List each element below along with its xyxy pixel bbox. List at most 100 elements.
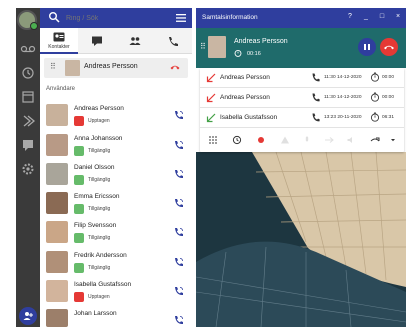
record-icon[interactable] bbox=[256, 135, 266, 145]
tab-contacts-label: Kontakter bbox=[48, 44, 70, 50]
history-date: 11:30 14-12-2020 bbox=[324, 75, 362, 80]
history-row[interactable]: Isabella Gustafsson 13:23 20-11-2020 06:… bbox=[200, 108, 404, 128]
drag-handle-icon[interactable]: ⠿ bbox=[50, 62, 56, 71]
list-item[interactable]: Daniel Olsson Tillgänglig bbox=[40, 160, 192, 190]
avatar bbox=[46, 104, 68, 126]
history-name: Isabella Gustafsson bbox=[220, 114, 278, 121]
users-section-header: Användare bbox=[46, 86, 76, 92]
list-item[interactable]: Fredrik Andersson Tillgänglig bbox=[40, 248, 192, 278]
phone-icon bbox=[312, 73, 320, 82]
hold-button[interactable] bbox=[358, 38, 376, 56]
avatar bbox=[46, 221, 68, 243]
status-text: Tillgänglig bbox=[88, 177, 111, 183]
avatar bbox=[46, 251, 68, 273]
dialpad-icon[interactable] bbox=[208, 135, 218, 145]
avatar bbox=[65, 60, 80, 76]
list-item[interactable]: Filip Svensson Tillgänglig bbox=[40, 218, 192, 248]
list-item[interactable]: Andreas Persson Upptagen bbox=[40, 101, 192, 131]
busy-status-icon bbox=[74, 292, 84, 302]
history-name: Andreas Persson bbox=[220, 74, 270, 81]
chat-icon bbox=[92, 36, 102, 46]
contacts-search-bar bbox=[40, 8, 192, 28]
hang-up-icon[interactable] bbox=[170, 63, 180, 71]
available-status-icon bbox=[74, 204, 84, 214]
available-status-icon bbox=[74, 175, 84, 185]
contact-name: Fredrik Andersson bbox=[74, 252, 127, 259]
stopwatch-icon bbox=[370, 92, 380, 102]
minimize-button[interactable]: _ bbox=[362, 13, 370, 20]
call-contact-icon[interactable] bbox=[174, 315, 184, 325]
contact-name: Johan Larsson bbox=[74, 310, 117, 317]
avatar bbox=[46, 280, 68, 302]
selected-contact-name: Andreas Persson bbox=[84, 63, 138, 70]
call-duration: 00:16 bbox=[247, 51, 261, 57]
pause-icon bbox=[368, 44, 370, 50]
building-photo-image bbox=[196, 152, 406, 327]
history-icon[interactable] bbox=[20, 66, 36, 80]
call-history-card: Andreas Persson 11:30 14-12-2020 00:00 A… bbox=[200, 68, 404, 152]
hang-up-icon bbox=[384, 45, 394, 50]
list-item[interactable]: Isabella Gustafsson Upptagen bbox=[40, 277, 192, 307]
avatar bbox=[46, 163, 68, 185]
contact-name: Filip Svensson bbox=[74, 222, 117, 229]
timer-icon bbox=[234, 49, 242, 57]
status-text: Tillgänglig bbox=[88, 265, 111, 271]
presence-dot bbox=[30, 22, 38, 30]
history-row[interactable]: Andreas Persson 11:30 14-12-2020 00:00 bbox=[200, 88, 404, 108]
call-contact-icon[interactable] bbox=[174, 227, 184, 237]
list-item[interactable]: Anna Johansson Tillgänglig bbox=[40, 131, 192, 161]
available-status-icon bbox=[74, 233, 84, 243]
tab-phone[interactable] bbox=[154, 28, 192, 54]
caller-name: Andreas Persson bbox=[234, 38, 288, 45]
incoming-call-arrow-icon bbox=[206, 113, 216, 123]
search-input[interactable] bbox=[66, 11, 166, 25]
contact-name: Isabella Gustafsson bbox=[74, 281, 132, 288]
message-icon[interactable] bbox=[20, 138, 36, 152]
search-icon[interactable] bbox=[48, 11, 60, 23]
tab-groups[interactable] bbox=[116, 28, 154, 54]
active-call-bar: ⠿ Andreas Persson 00:16 bbox=[196, 28, 406, 68]
history-duration: 00:00 bbox=[382, 95, 395, 100]
stopwatch-icon bbox=[370, 72, 380, 82]
call-contact-icon[interactable] bbox=[174, 140, 184, 150]
status-text: Tillgänglig bbox=[88, 148, 111, 154]
add-contact-button[interactable] bbox=[19, 307, 37, 325]
call-contact-icon[interactable] bbox=[174, 286, 184, 296]
list-item[interactable]: Emma Ericsson Tillgänglig bbox=[40, 189, 192, 219]
close-button[interactable]: × bbox=[394, 13, 402, 20]
voicemail-icon[interactable] bbox=[20, 42, 36, 56]
contact-name: Anna Johansson bbox=[74, 135, 123, 142]
call-contact-icon[interactable] bbox=[174, 110, 184, 120]
call-contact-icon[interactable] bbox=[174, 169, 184, 179]
tab-contacts[interactable]: Kontakter bbox=[40, 28, 78, 54]
missed-call-arrow-icon bbox=[206, 73, 216, 83]
contact-name: Andreas Persson bbox=[74, 105, 124, 112]
tab-chat[interactable] bbox=[78, 28, 116, 54]
chevron-down-icon[interactable] bbox=[388, 135, 398, 145]
drag-handle-icon[interactable]: ⠿ bbox=[200, 42, 206, 51]
forward-icon[interactable] bbox=[20, 114, 36, 128]
busy-status-icon bbox=[74, 116, 84, 126]
call-contact-icon[interactable] bbox=[174, 257, 184, 267]
app-window: Kontakter ⠿ Andreas Persson Användare An… bbox=[0, 0, 417, 327]
calendar-icon[interactable] bbox=[20, 90, 36, 104]
list-item[interactable]: Johan Larsson bbox=[40, 306, 192, 327]
available-status-icon bbox=[74, 146, 84, 156]
history-row[interactable]: Andreas Persson 11:30 14-12-2020 00:00 bbox=[200, 68, 404, 88]
hamburger-menu-icon[interactable] bbox=[176, 12, 186, 24]
settings-gear-icon[interactable] bbox=[20, 162, 36, 176]
contact-name: Emma Ericsson bbox=[74, 193, 120, 200]
maximize-button[interactable]: □ bbox=[378, 13, 386, 20]
forward-call-icon[interactable] bbox=[370, 135, 380, 145]
call-contact-icon[interactable] bbox=[174, 198, 184, 208]
avatar bbox=[208, 36, 226, 58]
hang-up-button[interactable] bbox=[380, 38, 398, 56]
selected-contact-bar[interactable]: ⠿ Andreas Persson bbox=[44, 58, 188, 78]
avatar bbox=[46, 192, 68, 214]
status-text: Upptagen bbox=[88, 118, 110, 124]
contacts-tabs: Kontakter bbox=[40, 28, 192, 54]
mic-icon bbox=[305, 136, 309, 142]
help-button[interactable]: ? bbox=[346, 13, 354, 20]
available-status-icon bbox=[74, 263, 84, 273]
history-icon[interactable] bbox=[232, 135, 242, 145]
